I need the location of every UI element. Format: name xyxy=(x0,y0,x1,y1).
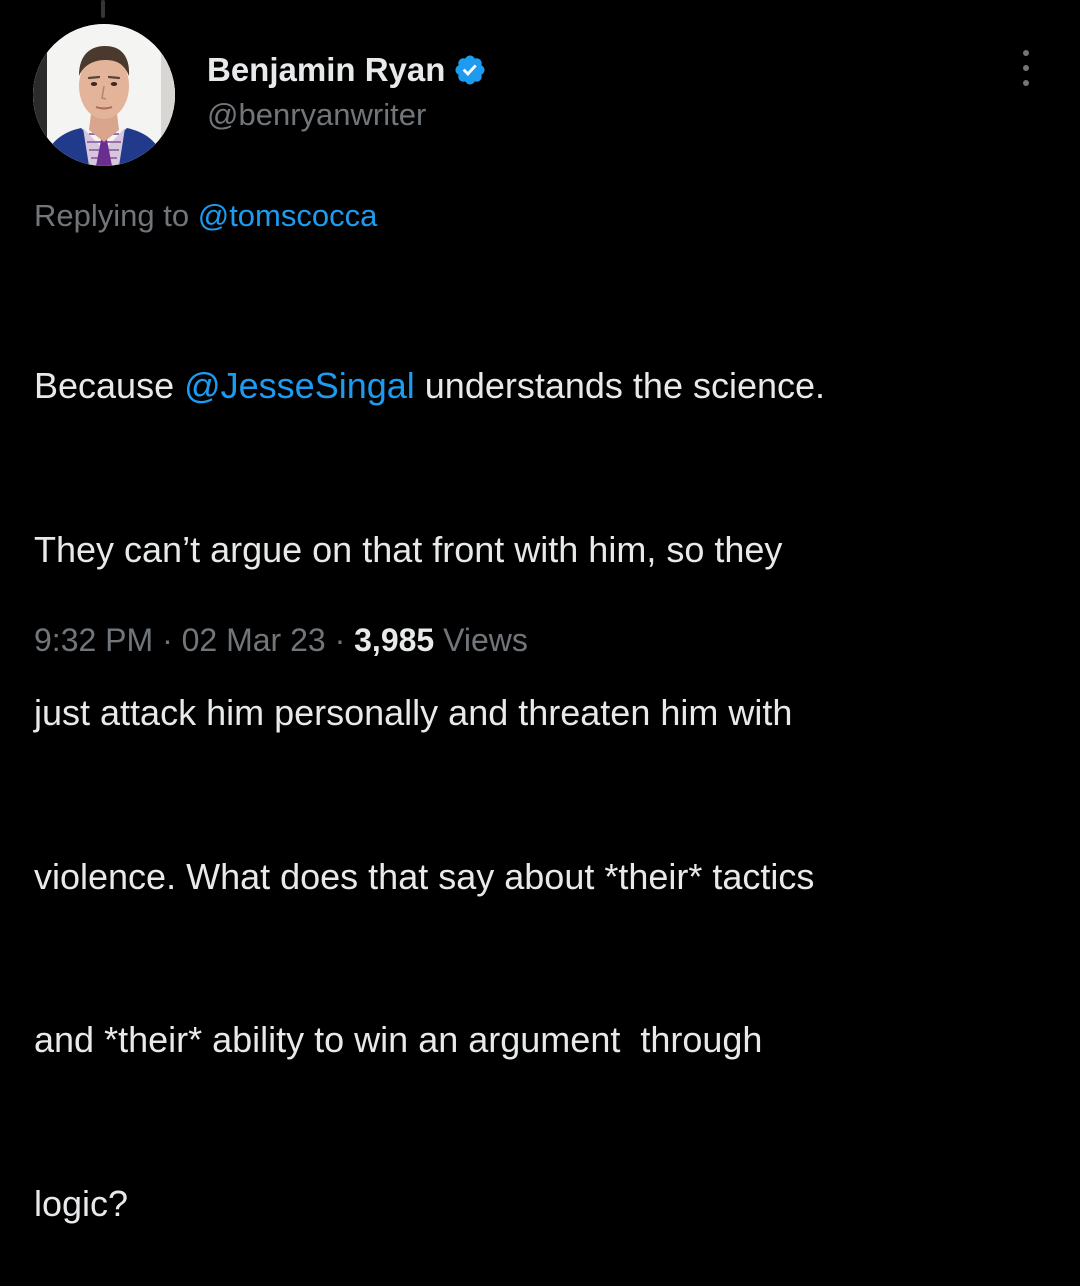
replying-to-label: Replying to xyxy=(34,198,198,233)
avatar[interactable] xyxy=(33,24,175,166)
thread-connector-line xyxy=(101,0,105,18)
author-name-row: Benjamin Ryan xyxy=(207,50,487,90)
more-options-icon[interactable] xyxy=(1008,48,1044,88)
more-dot xyxy=(1023,50,1029,56)
tweet-text-segment: Because xyxy=(34,365,185,406)
views-label: Views xyxy=(434,622,528,658)
author-display-name[interactable]: Benjamin Ryan xyxy=(207,50,445,90)
meta-separator: · xyxy=(325,622,355,658)
tweet-meta: 9:32 PM · 02 Mar 23 · 3,985 Views xyxy=(34,618,528,662)
tweet-date[interactable]: 02 Mar 23 xyxy=(182,622,326,658)
tweet-text-line: violence. What does that say about *thei… xyxy=(34,855,815,897)
tweet-text: Because @JesseSingal understands the sci… xyxy=(34,250,1064,1286)
tweet-time[interactable]: 9:32 PM xyxy=(34,622,153,658)
tweet-text-line: logic? xyxy=(34,1182,129,1224)
author-handle[interactable]: @benryanwriter xyxy=(207,95,426,135)
tweet-text-line: and *their* ability to win an argument t… xyxy=(34,1019,763,1060)
tweet-text-segment: understands the science. xyxy=(414,365,826,406)
avatar-photo xyxy=(33,24,175,166)
more-dot xyxy=(1023,65,1029,71)
tweet-text-line: They can’t argue on that front with him,… xyxy=(34,528,783,570)
replying-to-line: Replying to @tomscocca xyxy=(34,196,377,236)
replying-to-mention-link[interactable]: @tomscocca xyxy=(198,198,378,233)
tweet-text-line: Because @JesseSingal understands the sci… xyxy=(34,359,1064,414)
verified-badge-icon xyxy=(453,53,487,87)
meta-separator: · xyxy=(153,622,182,658)
views-count[interactable]: 3,985 xyxy=(354,622,434,658)
tweet-text-line: just attack him personally and threaten … xyxy=(34,692,793,733)
more-dot xyxy=(1023,80,1029,86)
mention-link-jessesingal[interactable]: @JesseSingal xyxy=(184,365,415,406)
